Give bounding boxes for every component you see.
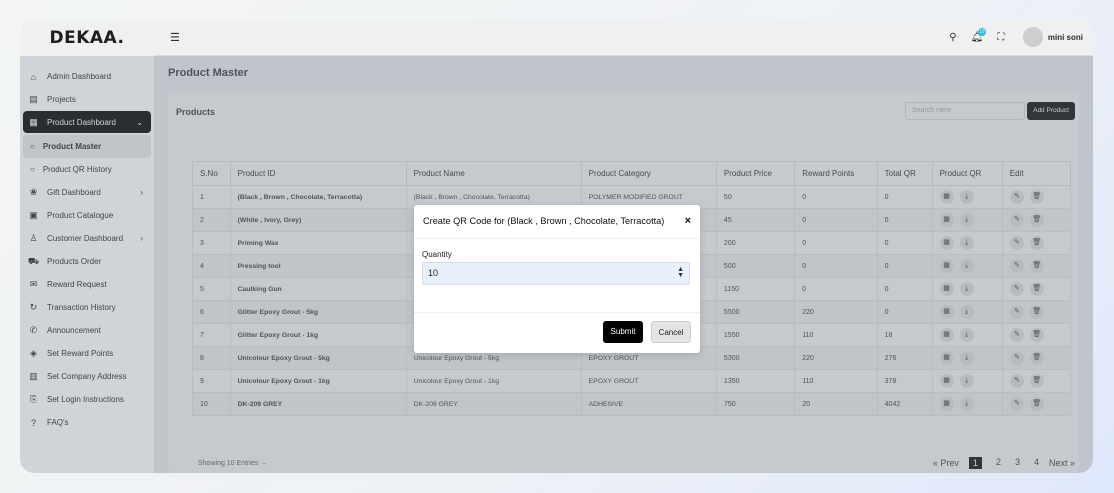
quantity-value: 10: [428, 268, 439, 278]
quantity-label: Quantity: [422, 250, 452, 259]
bell-icon[interactable]: 🔔︎ 19: [965, 27, 989, 43]
create-qr-modal: Create QR Code for (Black , Brown , Choc…: [414, 205, 700, 353]
submit-button[interactable]: Submit: [603, 321, 643, 343]
menu-toggle-icon[interactable]: ☰: [170, 31, 180, 44]
topbar: ☰ ⚲ 🔔︎ 19 ⛶ mini soni: [154, 20, 1093, 56]
notification-badge: 19: [977, 27, 986, 36]
cancel-button[interactable]: Cancel: [651, 321, 691, 343]
brand-logo: DEKAA.: [49, 28, 125, 48]
stepper-icon[interactable]: ▲ ▼: [677, 266, 684, 279]
search-icon[interactable]: ⚲: [941, 32, 965, 43]
sidebar-overlay: [20, 56, 154, 473]
close-icon[interactable]: ×: [685, 215, 691, 227]
username[interactable]: mini soni: [1048, 33, 1083, 42]
app-frame: DEKAA. ⌂ Admin Dashboard ▤ Projects ▦ Product…: [20, 20, 1093, 473]
sidebar: DEKAA. ⌂ Admin Dashboard ▤ Projects ▦ Product…: [20, 20, 154, 473]
modal-header: Create QR Code for (Black , Brown , Choc…: [414, 205, 700, 239]
fullscreen-icon[interactable]: ⛶: [989, 32, 1013, 43]
avatar[interactable]: [1022, 27, 1043, 47]
modal-title: Create QR Code for (Black , Brown , Choc…: [423, 216, 665, 226]
modal-body: Quantity 10 ▲ ▼: [414, 239, 700, 313]
quantity-input[interactable]: 10 ▲ ▼: [422, 262, 690, 285]
